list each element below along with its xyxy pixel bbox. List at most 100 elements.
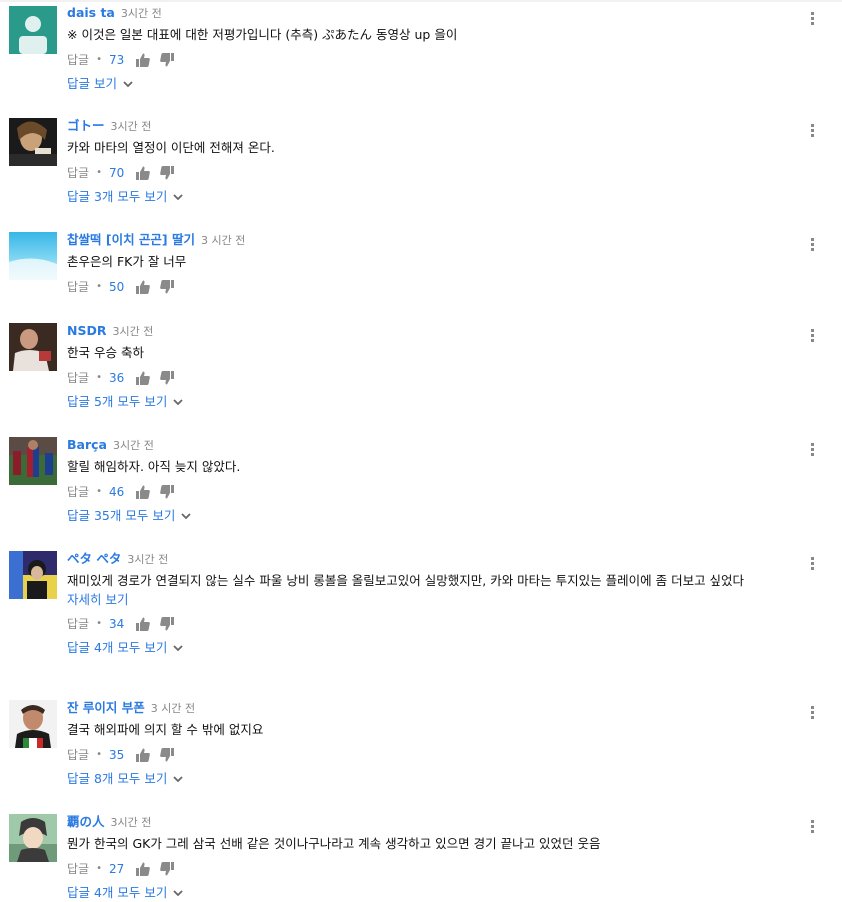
thumb-down-icon[interactable]: [160, 862, 175, 876]
view-replies-label: 답글 5개 모두 보기: [67, 394, 168, 409]
separator-dot: •: [96, 486, 102, 497]
comment-author[interactable]: NSDR: [67, 323, 106, 338]
comment-text: 뭔가 한국의 GK가 그레 삼국 선배 같은 것이나구나라고 계속 생각하고 있…: [67, 836, 601, 851]
like-count: 34: [109, 617, 125, 631]
comment-text: 한국 우승 축하: [67, 345, 144, 360]
comment-author[interactable]: dais ta: [67, 5, 115, 20]
thumb-down-icon[interactable]: [160, 748, 175, 762]
comment-time[interactable]: 3시간 전: [127, 553, 168, 566]
reply-button[interactable]: 답글: [67, 369, 89, 387]
thumb-down-icon[interactable]: [160, 617, 175, 631]
more-vert-icon[interactable]: [807, 706, 817, 722]
avatar[interactable]: [9, 118, 57, 166]
thumb-down-icon[interactable]: [160, 53, 175, 67]
comment-text: ※ 이것은 일본 대표에 대한 저평가입니다 (추측) ぷあたん 동영상 up …: [67, 27, 458, 42]
avatar[interactable]: [9, 437, 57, 485]
thumb-down-icon[interactable]: [160, 485, 175, 499]
comment-time[interactable]: 3 시간 전: [201, 234, 245, 247]
comment-author[interactable]: 覇の人: [67, 814, 105, 829]
view-replies-label: 답글 3개 모두 보기: [67, 189, 168, 204]
view-replies-label: 답글 4개 모두 보기: [67, 640, 168, 655]
avatar[interactable]: [9, 551, 57, 599]
comment-text: 촌우은의 FK가 잘 너무: [67, 254, 187, 269]
more-vert-icon[interactable]: [807, 238, 817, 254]
view-replies-button[interactable]: 답글 35개 모두 보기: [67, 507, 191, 525]
more-vert-icon[interactable]: [807, 557, 817, 573]
chevron-down-icon: [173, 776, 184, 783]
chevron-down-icon: [123, 81, 133, 88]
thumb-up-icon[interactable]: [136, 485, 151, 499]
like-count: 46: [109, 485, 125, 499]
more-vert-icon[interactable]: [807, 820, 817, 836]
comment-time[interactable]: 3 시간 전: [151, 702, 195, 715]
view-replies-button[interactable]: 답글 4개 모두 보기: [67, 639, 184, 657]
comment-author[interactable]: Barça: [67, 437, 107, 452]
view-replies-label: 답글 8개 모두 보기: [67, 771, 168, 786]
thumb-up-icon[interactable]: [136, 53, 151, 67]
view-replies-button[interactable]: 답글 8개 모두 보기: [67, 770, 184, 788]
thumb-down-icon[interactable]: [160, 371, 175, 385]
comment-text: 카와 마타의 열정이 이단에 전해져 온다.: [67, 140, 275, 155]
thumb-down-icon[interactable]: [160, 280, 175, 294]
like-count: 50: [109, 280, 125, 294]
view-replies-button[interactable]: 답글 3개 모두 보기: [67, 188, 184, 206]
comment-text: 할릴 해임하자. 아직 늦지 않았다.: [67, 459, 241, 474]
comment-text: 재미있게 경로가 연결되지 않는 실수 파울 낭비 롱볼을 올릴보고있어 실망했…: [67, 573, 745, 588]
thumb-up-icon[interactable]: [136, 371, 151, 385]
separator-dot: •: [96, 54, 102, 65]
chevron-down-icon: [181, 513, 191, 520]
thumb-up-icon[interactable]: [136, 280, 151, 294]
separator-dot: •: [96, 749, 102, 760]
separator-dot: •: [96, 863, 102, 874]
thumb-up-icon[interactable]: [136, 862, 151, 876]
chevron-down-icon: [173, 645, 184, 652]
avatar[interactable]: [9, 814, 57, 862]
reply-button[interactable]: 답글: [67, 860, 89, 878]
read-more-button[interactable]: 자세히 보기: [67, 591, 802, 609]
separator-dot: •: [96, 372, 102, 383]
reply-button[interactable]: 답글: [67, 615, 89, 633]
more-vert-icon[interactable]: [807, 12, 817, 28]
chevron-down-icon: [173, 399, 184, 406]
thumb-up-icon[interactable]: [136, 617, 151, 631]
view-replies-label: 답글 4개 모두 보기: [67, 885, 168, 900]
comment-author[interactable]: 잔 루이지 부폰: [67, 700, 145, 715]
reply-button[interactable]: 답글: [67, 164, 89, 182]
like-count: 36: [109, 371, 125, 385]
more-vert-icon[interactable]: [807, 443, 817, 459]
more-vert-icon[interactable]: [807, 329, 817, 345]
thumb-up-icon[interactable]: [136, 166, 151, 180]
like-count: 73: [109, 53, 125, 67]
view-replies-button[interactable]: 답글 보기: [67, 75, 133, 93]
separator-dot: •: [96, 167, 102, 178]
thumb-up-icon[interactable]: [136, 748, 151, 762]
reply-button[interactable]: 답글: [67, 483, 89, 501]
view-replies-label: 답글 35개 모두 보기: [67, 508, 176, 523]
comment-time[interactable]: 3시간 전: [112, 325, 153, 338]
like-count: 27: [109, 862, 125, 876]
top-divider: [0, 0, 842, 2]
avatar[interactable]: [9, 6, 57, 54]
comment-author[interactable]: 찹쌀떡 [이치 곤곤] 딸기: [67, 232, 195, 247]
reply-button[interactable]: 답글: [67, 278, 89, 296]
thumb-down-icon[interactable]: [160, 166, 175, 180]
comment-time[interactable]: 3시간 전: [111, 120, 152, 133]
reply-button[interactable]: 답글: [67, 746, 89, 764]
separator-dot: •: [96, 281, 102, 292]
comment-author[interactable]: ペタ ペタ: [67, 551, 121, 566]
view-replies-button[interactable]: 답글 4개 모두 보기: [67, 884, 184, 902]
comment-time[interactable]: 3시간 전: [113, 439, 154, 452]
like-count: 70: [109, 166, 125, 180]
avatar[interactable]: [9, 232, 57, 280]
separator-dot: •: [96, 618, 102, 629]
comment-time[interactable]: 3시간 전: [121, 7, 162, 20]
more-vert-icon[interactable]: [807, 124, 817, 140]
comment-author[interactable]: ゴトー: [67, 118, 105, 133]
view-replies-label: 답글 보기: [67, 76, 117, 91]
avatar[interactable]: [9, 323, 57, 371]
comment-time[interactable]: 3시간 전: [111, 816, 152, 829]
comment-text: 결국 해외파에 의지 할 수 밖에 없지요: [67, 722, 264, 737]
avatar[interactable]: [9, 700, 57, 748]
view-replies-button[interactable]: 답글 5개 모두 보기: [67, 393, 184, 411]
reply-button[interactable]: 답글: [67, 51, 89, 69]
